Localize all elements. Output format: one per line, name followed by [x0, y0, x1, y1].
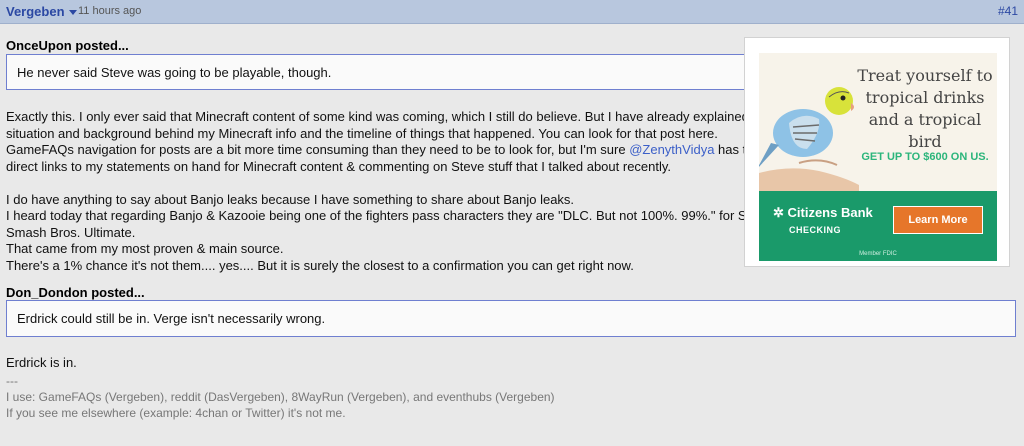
body-line: I do have anything to say about Banjo le… [6, 191, 575, 207]
body-line: Exactly this. I only ever said that Mine… [6, 109, 771, 124]
parakeet-image [759, 87, 859, 193]
brand-logo: ✲ Citizens Bank [773, 205, 873, 220]
ad-bar: ✲ Citizens Bank CHECKING Learn More [759, 191, 997, 247]
ad-disclaimer: Member FDIC [759, 247, 997, 261]
citizens-logo-icon: ✲ [773, 205, 788, 220]
signature-line: If you see me elsewhere (example: 4chan … [6, 406, 346, 420]
user-mention-link[interactable]: @ZenythVidya [629, 142, 714, 157]
ad-offer: GET UP TO $600 ON US. [861, 151, 989, 163]
reply-text: Erdrick is in. [6, 355, 77, 370]
chevron-down-icon[interactable] [68, 10, 77, 16]
signature-line: I use: GameFAQs (Vergeben), reddit (DasV… [6, 390, 555, 404]
signature: --- I use: GameFAQs (Vergeben), reddit (… [6, 373, 555, 421]
advertisement[interactable]: Treat yourself to tropical drinks and a … [744, 37, 1010, 267]
quote-box: Erdrick could still be in. Verge isn't n… [6, 300, 1016, 337]
message-header: Vergeben 11 hours ago #41 [0, 0, 1024, 24]
body-line: I heard today that regarding Banjo & Kaz… [6, 208, 773, 223]
post-body: Exactly this. I only ever said that Mine… [6, 109, 773, 274]
body-line: GameFAQs navigation for posts are a bit … [6, 142, 761, 157]
body-line: Smash Bros. Ultimate. [6, 224, 136, 240]
signature-separator: --- [6, 374, 18, 388]
body-line: That came from my most proven & main sou… [6, 241, 284, 256]
learn-more-button[interactable]: Learn More [893, 206, 983, 234]
body-line: There's a 1% chance it's not them.... ye… [6, 257, 634, 273]
message-number-link[interactable]: #41 [998, 4, 1018, 18]
ad-subtitle: CHECKING [789, 225, 842, 235]
quote-box: He never said Steve was going to be play… [6, 54, 746, 90]
body-line: direct links to my statements on hand fo… [6, 158, 672, 174]
ad-banner[interactable]: Treat yourself to tropical drinks and a … [759, 53, 997, 261]
post-timestamp: 11 hours ago [78, 5, 142, 17]
username[interactable]: Vergeben [6, 4, 65, 19]
body-line: situation and background behind my Minec… [6, 125, 718, 141]
ad-headline: Treat yourself to tropical drinks and a … [857, 66, 993, 151]
quote-text: Erdrick could still be in. Verge isn't n… [17, 311, 326, 326]
quote-text: He never said Steve was going to be play… [17, 65, 332, 80]
username-menu[interactable]: Vergeben [6, 4, 77, 19]
